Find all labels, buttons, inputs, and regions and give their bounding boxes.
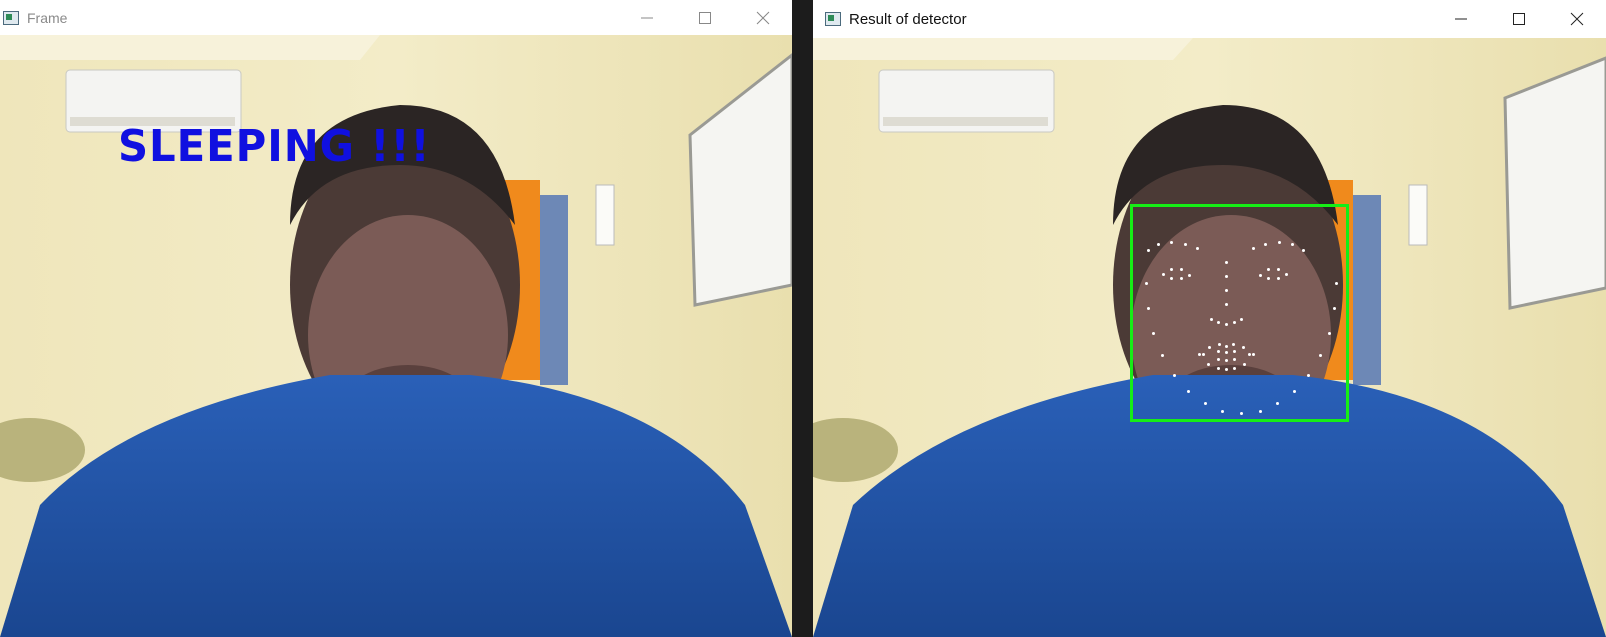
landmark-point bbox=[1264, 243, 1267, 246]
landmark-point bbox=[1258, 409, 1262, 413]
maximize-icon bbox=[699, 11, 711, 24]
landmark-point bbox=[1335, 282, 1338, 285]
app-icon bbox=[3, 10, 19, 25]
landmark-point bbox=[1207, 363, 1210, 366]
minimize-icon bbox=[1455, 18, 1467, 20]
landmark-point bbox=[1188, 274, 1191, 277]
close-button[interactable] bbox=[734, 0, 792, 35]
minimize-button[interactable] bbox=[618, 0, 676, 35]
maximize-button[interactable] bbox=[1490, 0, 1548, 38]
face-bounding-box bbox=[1130, 204, 1349, 422]
landmark-point bbox=[1180, 268, 1183, 271]
landmark-point bbox=[1145, 282, 1148, 285]
app-icon bbox=[825, 12, 841, 26]
landmark-point bbox=[1233, 321, 1236, 324]
landmark-point bbox=[1225, 261, 1228, 264]
landmark-point bbox=[1302, 249, 1305, 252]
close-button[interactable] bbox=[1548, 0, 1606, 38]
landmark-point bbox=[1184, 243, 1187, 246]
landmark-point bbox=[1240, 412, 1243, 415]
landmark-point bbox=[1225, 368, 1228, 371]
landmark-point bbox=[1267, 268, 1270, 271]
landmark-point bbox=[1243, 363, 1246, 366]
landmark-point bbox=[1225, 275, 1228, 278]
landmark-point bbox=[1217, 321, 1220, 324]
landmark-point bbox=[1240, 318, 1243, 321]
landmark-point bbox=[1285, 273, 1288, 276]
landmark-point bbox=[1157, 243, 1160, 246]
landmark-point bbox=[1217, 367, 1220, 370]
landmark-point bbox=[1291, 243, 1294, 246]
landmark-point bbox=[1225, 323, 1228, 326]
camera-frame: SLEEPING !!! bbox=[0, 35, 792, 637]
window-title: Frame bbox=[27, 9, 68, 26]
landmark-point bbox=[1217, 350, 1220, 353]
landmark-point bbox=[1210, 318, 1213, 321]
maximize-icon bbox=[1513, 13, 1525, 25]
landmark-point bbox=[1267, 277, 1270, 280]
landmark-point bbox=[1278, 241, 1281, 244]
landmark-point bbox=[1170, 268, 1173, 271]
frame-window: Frame SLEEPING !!! bbox=[0, 0, 792, 637]
landmark-point bbox=[1172, 373, 1176, 377]
landmark-point bbox=[1218, 343, 1221, 346]
landmark-point bbox=[1198, 353, 1201, 356]
frame-titlebar[interactable]: Frame bbox=[0, 0, 792, 36]
landmark-point bbox=[1248, 353, 1251, 356]
landmark-point bbox=[1259, 274, 1262, 277]
sleeping-alert-text: SLEEPING !!! bbox=[118, 121, 431, 172]
landmark-point bbox=[1233, 350, 1236, 353]
landmark-point bbox=[1208, 346, 1211, 349]
window-title: Result of detector bbox=[849, 10, 967, 28]
landmark-point bbox=[1233, 358, 1236, 361]
landmark-point bbox=[1225, 345, 1228, 348]
result-titlebar[interactable]: Result of detector bbox=[813, 0, 1606, 39]
landmark-point bbox=[1162, 273, 1165, 276]
landmark-point bbox=[1152, 331, 1156, 335]
landmark-point bbox=[1170, 277, 1173, 280]
close-icon bbox=[1570, 12, 1584, 26]
landmark-point bbox=[1233, 367, 1236, 370]
landmark-point bbox=[1202, 353, 1205, 356]
detector-frame bbox=[813, 38, 1606, 637]
minimize-button[interactable] bbox=[1432, 0, 1490, 38]
maximize-button[interactable] bbox=[676, 0, 734, 35]
landmark-point bbox=[1203, 402, 1207, 406]
landmark-point bbox=[1196, 247, 1199, 250]
landmark-point bbox=[1327, 331, 1331, 335]
landmark-point bbox=[1170, 241, 1173, 244]
landmark-point bbox=[1242, 346, 1245, 349]
landmark-point bbox=[1277, 277, 1280, 280]
landmark-point bbox=[1252, 247, 1255, 250]
landmark-point bbox=[1292, 390, 1296, 394]
close-icon bbox=[756, 11, 770, 24]
landmark-point bbox=[1225, 359, 1228, 362]
landmark-point bbox=[1225, 351, 1228, 354]
landmark-point bbox=[1225, 303, 1228, 306]
landmark-point bbox=[1225, 289, 1228, 292]
landmark-point bbox=[1252, 353, 1255, 356]
landmark-point bbox=[1217, 358, 1220, 361]
landmark-point bbox=[1147, 249, 1150, 252]
result-window: Result of detector bbox=[813, 0, 1606, 637]
landmark-point bbox=[1277, 268, 1280, 271]
landmark-point bbox=[1180, 277, 1183, 280]
minimize-icon bbox=[641, 17, 653, 18]
landmark-point bbox=[1232, 343, 1235, 346]
